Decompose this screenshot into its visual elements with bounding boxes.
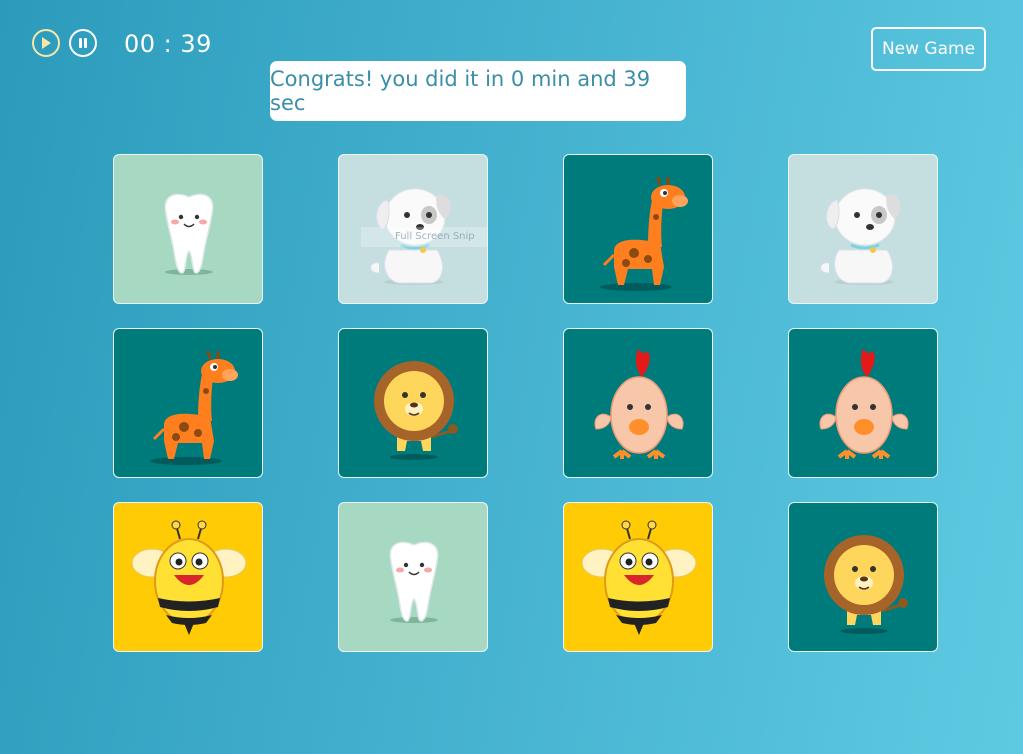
tooth-icon bbox=[164, 193, 214, 275]
card-lion[interactable] bbox=[338, 328, 488, 478]
card-puppy[interactable] bbox=[788, 154, 938, 304]
new-game-button[interactable]: New Game bbox=[871, 27, 986, 71]
play-icon bbox=[42, 37, 51, 49]
chick-icon bbox=[594, 349, 684, 459]
lion-icon bbox=[824, 535, 908, 634]
puppy-icon bbox=[820, 188, 901, 285]
card-bee[interactable] bbox=[563, 502, 713, 652]
card-puppy[interactable]: Full Screen Snip bbox=[338, 154, 488, 304]
card-chick[interactable] bbox=[788, 328, 938, 478]
play-button[interactable] bbox=[32, 29, 60, 57]
giraffe-icon bbox=[600, 176, 688, 291]
card-tooth[interactable] bbox=[338, 502, 488, 652]
card-giraffe[interactable] bbox=[563, 154, 713, 304]
bee-icon bbox=[131, 520, 247, 635]
congrats-message: Congrats! you did it in 0 min and 39 sec bbox=[270, 61, 686, 121]
card-bee[interactable] bbox=[113, 502, 263, 652]
bee-icon bbox=[581, 520, 697, 635]
lion-icon bbox=[374, 361, 458, 460]
giraffe-icon bbox=[150, 350, 238, 465]
pause-icon bbox=[79, 38, 87, 48]
timer-display: 00 : 39 bbox=[124, 30, 212, 58]
pause-button[interactable] bbox=[69, 29, 97, 57]
card-giraffe[interactable] bbox=[113, 328, 263, 478]
card-tooth[interactable] bbox=[113, 154, 263, 304]
tooth-icon bbox=[389, 541, 439, 623]
card-lion[interactable] bbox=[788, 502, 938, 652]
chick-icon bbox=[819, 349, 909, 459]
card-chick[interactable] bbox=[563, 328, 713, 478]
snip-overlay-label: Full Screen Snip bbox=[361, 227, 487, 247]
